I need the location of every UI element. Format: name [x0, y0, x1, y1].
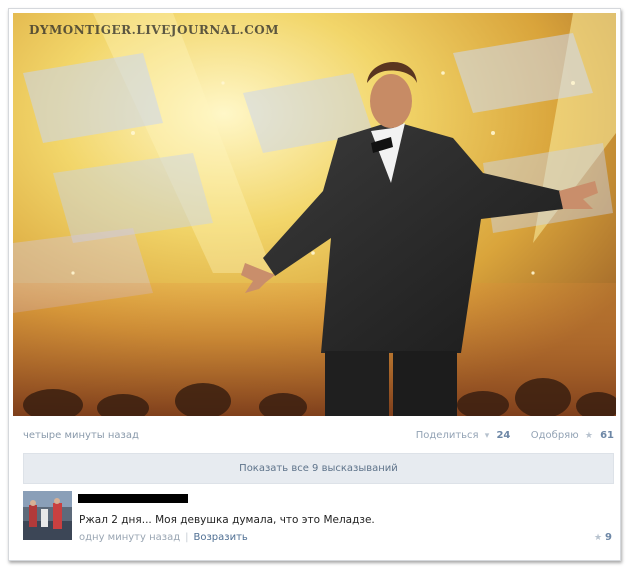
- post-time[interactable]: четыре минуты назад: [23, 430, 139, 441]
- comment-text: Ржал 2 дня... Моя девушка думала, что эт…: [79, 514, 375, 526]
- comment-like-button[interactable]: ★ 9: [594, 532, 612, 543]
- redacted-author-name: [78, 494, 188, 503]
- share-button[interactable]: Поделиться ▾ 24: [416, 430, 514, 441]
- comment-like-count: 9: [605, 532, 612, 543]
- share-count: 24: [496, 430, 511, 441]
- post-photo[interactable]: DYMONTIGER.LIVEJOURNAL.COM: [13, 13, 616, 416]
- post-card: DYMONTIGER.LIVEJOURNAL.COM четыре минуты…: [8, 8, 621, 561]
- star-icon: ★: [584, 431, 593, 441]
- like-count: 61: [600, 430, 614, 441]
- share-label: Поделиться: [415, 430, 479, 441]
- post-meta: четыре минуты назад Поделиться ▾ 24 Одоб…: [23, 430, 614, 446]
- megaphone-icon: ▾: [484, 431, 490, 441]
- like-label: Одобряю: [530, 430, 579, 441]
- reply-button[interactable]: Возразить: [194, 532, 248, 543]
- like-button[interactable]: Одобряю ★ 61: [531, 430, 614, 441]
- stage-man-image: [13, 13, 616, 416]
- avatar[interactable]: [23, 491, 72, 540]
- post-actions: Поделиться ▾ 24 Одобряю ★ 61: [416, 430, 614, 441]
- comment-item: Ржал 2 дня... Моя девушка думала, что эт…: [23, 489, 614, 549]
- star-icon: ★: [593, 533, 603, 543]
- avatar-image: [23, 491, 72, 540]
- watermark-text: DYMONTIGER.LIVEJOURNAL.COM: [29, 23, 280, 37]
- show-all-comments-button[interactable]: Показать все 9 высказываний: [23, 453, 614, 484]
- comment-meta: одну минуту назад | Возразить: [79, 532, 248, 543]
- comment-time[interactable]: одну минуту назад: [79, 532, 180, 543]
